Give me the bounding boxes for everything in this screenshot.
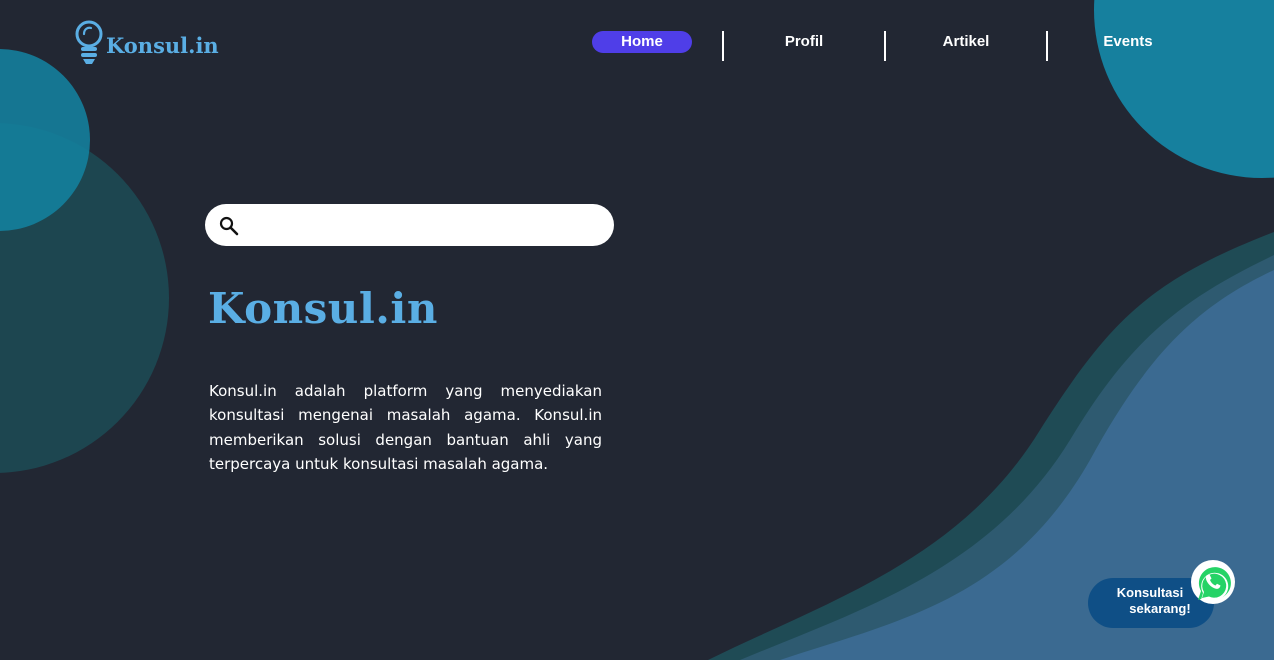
whatsapp-icon	[1191, 560, 1235, 604]
nav-item-events[interactable]: Events	[1078, 31, 1178, 53]
search-icon[interactable]	[219, 216, 239, 236]
whatsapp-consult-button[interactable]: Konsultasi sekarang!	[1088, 558, 1240, 630]
nav-divider	[1046, 31, 1048, 61]
nav-divider	[722, 31, 724, 61]
nav-item-profil[interactable]: Profil	[754, 31, 854, 53]
nav-divider	[884, 31, 886, 61]
top-navigation: Home Profil Artikel Events	[0, 0, 1274, 80]
hero-title: Konsul.in	[208, 284, 438, 333]
nav-item-artikel[interactable]: Artikel	[916, 31, 1016, 53]
nav-item-home[interactable]: Home	[592, 31, 692, 53]
background-decoration	[0, 0, 1274, 660]
search-input[interactable]	[249, 210, 603, 242]
search-bar	[205, 204, 614, 246]
hero-description: Konsul.in adalah platform yang menyediak…	[209, 382, 602, 473]
